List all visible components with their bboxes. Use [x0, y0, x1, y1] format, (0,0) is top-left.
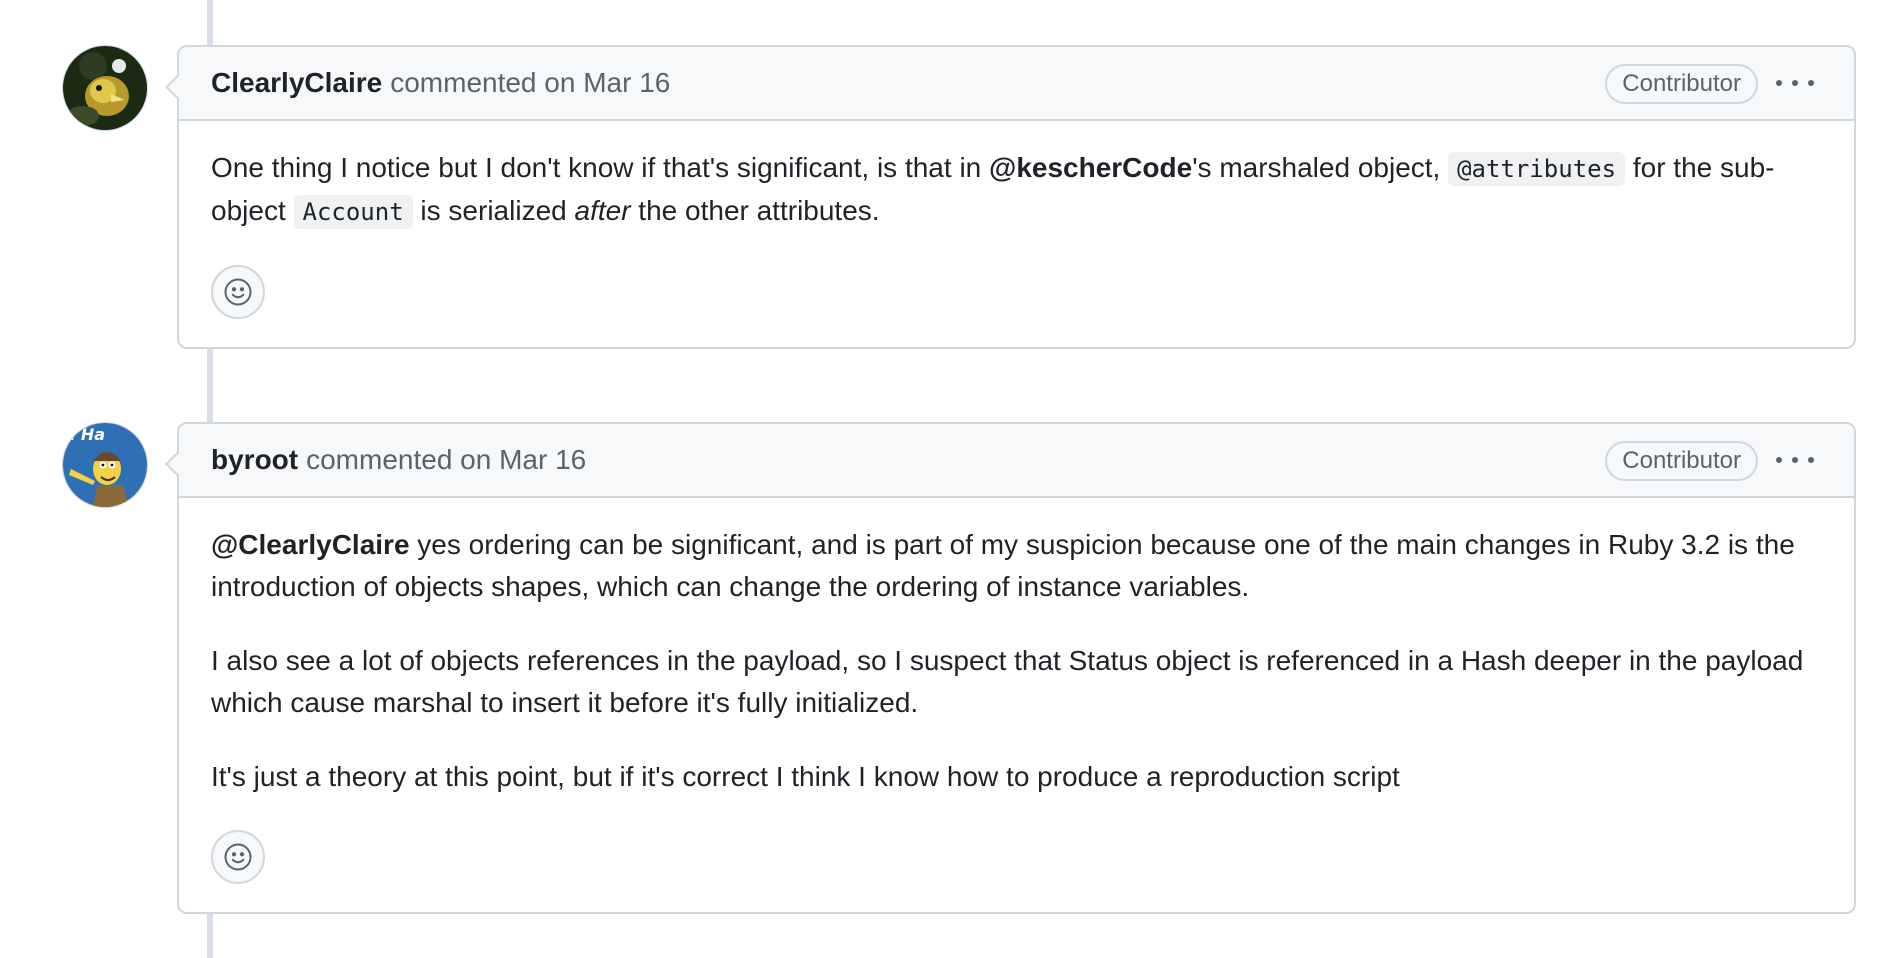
comment-meta: commented on Mar 16 — [306, 444, 586, 476]
contributor-badge: Contributor — [1605, 64, 1758, 104]
emphasis-text: after — [574, 195, 631, 226]
text-segment: 's marshaled object, — [1192, 152, 1449, 183]
inline-code: @attributes — [1448, 152, 1626, 186]
svg-text:ia Ha: ia Ha — [63, 425, 105, 444]
text-segment: One thing I notice but I don't know if t… — [211, 152, 990, 183]
user-mention[interactable]: @kescherCode — [989, 152, 1192, 183]
comment-header: byroot commented on Mar 16 Contributor — [179, 424, 1854, 498]
comment-author[interactable]: ClearlyClaire — [211, 67, 382, 99]
kebab-horizontal-icon[interactable] — [1776, 69, 1814, 97]
comment-action: commented on — [306, 444, 492, 475]
comment-action: commented on — [390, 67, 576, 98]
comment-body: @ClearlyClaire yes ordering can be signi… — [179, 498, 1854, 912]
add-reaction-button[interactable] — [211, 265, 265, 319]
comment-paragraph: It's just a theory at this point, but if… — [211, 761, 1400, 792]
comment-meta: commented on Mar 16 — [390, 67, 670, 99]
avatar-byroot[interactable]: ia Ha — [62, 422, 148, 508]
kebab-horizontal-icon[interactable] — [1776, 446, 1814, 474]
comment-paragraph: One thing I notice but I don't know if t… — [211, 147, 1822, 233]
text-segment: the other attributes. — [630, 195, 880, 226]
inline-code: Account — [293, 195, 413, 229]
add-reaction-button[interactable] — [211, 830, 265, 884]
smiley-icon — [224, 278, 252, 306]
comment-header: ClearlyClaire commented on Mar 16 Contri… — [179, 47, 1854, 121]
comment-author[interactable]: byroot — [211, 444, 298, 476]
comment-box: ClearlyClaire commented on Mar 16 Contri… — [165, 45, 1856, 349]
text-segment: is serialized — [412, 195, 575, 226]
comment-paragraph: I also see a lot of objects references i… — [211, 645, 1804, 718]
smiley-icon — [224, 843, 252, 871]
user-mention[interactable]: @ClearlyClaire — [211, 529, 410, 560]
avatar-clearlyclaire[interactable] — [62, 45, 148, 131]
text-segment: yes ordering can be significant, and is … — [211, 529, 1795, 602]
comment-paragraph: @ClearlyClaire yes ordering can be signi… — [211, 524, 1822, 608]
contributor-badge: Contributor — [1605, 441, 1758, 481]
comment-body: One thing I notice but I don't know if t… — [179, 121, 1854, 347]
comment-timestamp[interactable]: Mar 16 — [499, 444, 586, 475]
comment-box: byroot commented on Mar 16 Contributor @… — [165, 422, 1856, 914]
comment-timestamp[interactable]: Mar 16 — [583, 67, 670, 98]
